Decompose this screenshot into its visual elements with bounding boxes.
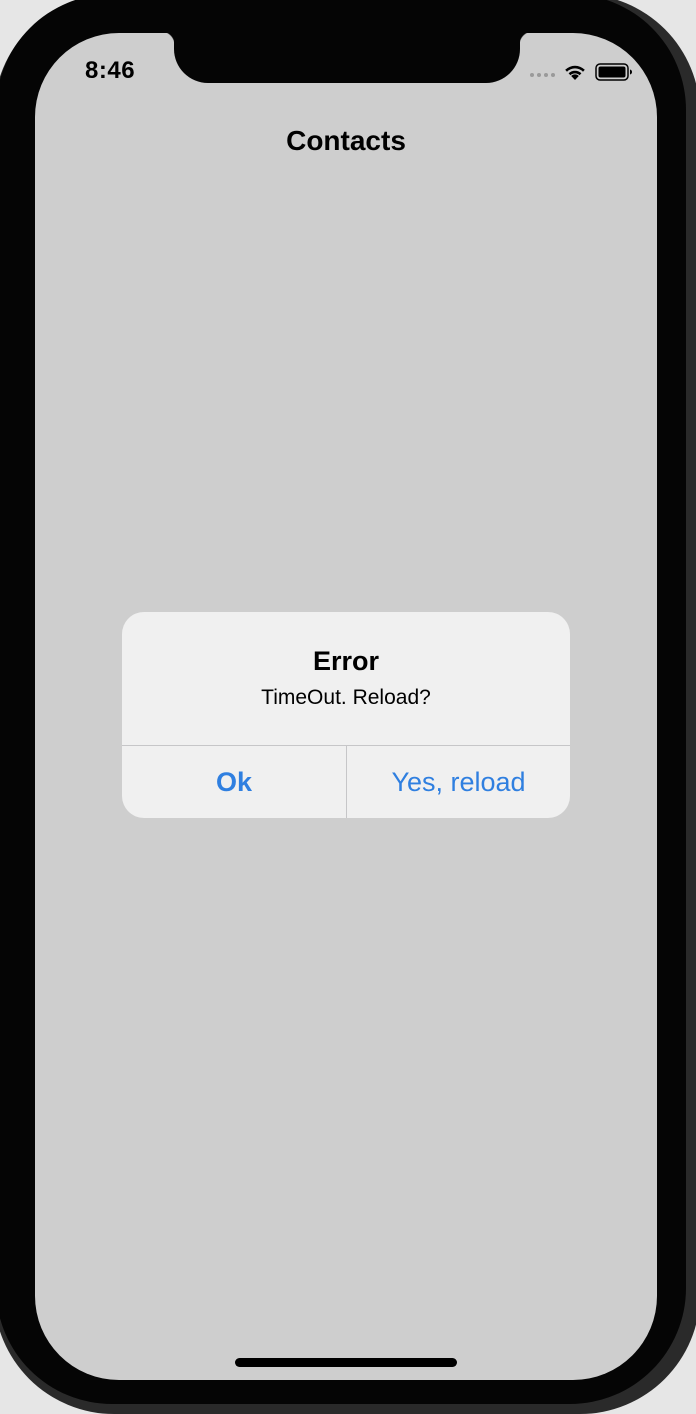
signal-dots-icon (530, 67, 555, 77)
camera-notch (161, 33, 533, 83)
error-alert-dialog: Error TimeOut. Reload? Ok Yes, reload (122, 612, 570, 818)
home-indicator[interactable] (235, 1358, 457, 1367)
reload-button[interactable]: Yes, reload (347, 746, 570, 818)
alert-title: Error (312, 646, 380, 676)
status-time: 8:46 (85, 57, 136, 84)
status-icons (530, 61, 633, 83)
device-screen: 8:46 Contacts Error TimeOut. Reload? Ok … (35, 33, 657, 1380)
page-title: Contacts (286, 125, 406, 156)
battery-icon (595, 63, 633, 81)
alert-message: TimeOut. Reload? (261, 686, 431, 709)
ok-button[interactable]: Ok (122, 746, 346, 818)
wifi-icon (563, 63, 587, 81)
device-frame: 8:46 Contacts Error TimeOut. Reload? Ok … (0, 0, 696, 1414)
